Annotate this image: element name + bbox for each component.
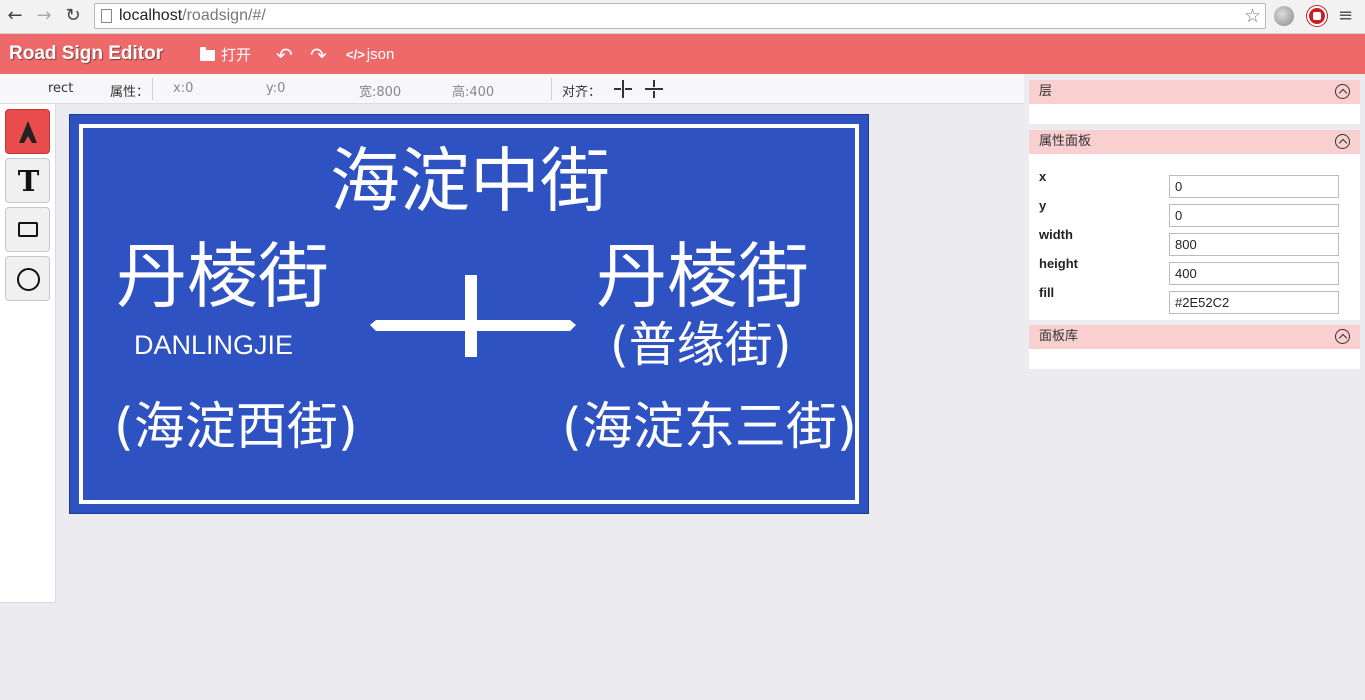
text-tool-button[interactable]: T: [5, 158, 50, 203]
sign-right-street-text[interactable]: 丹棱街: [596, 241, 809, 312]
align-horizontal-center-icon[interactable]: [614, 80, 632, 98]
sign-left-pinyin-text[interactable]: DANLINGJIE: [134, 332, 293, 359]
app-header: Road Sign Editor 打开 ↶ ↷ </> json: [0, 34, 1365, 74]
x-readout: x:0: [173, 81, 194, 96]
prop-label: x: [1039, 169, 1047, 184]
rect-tool-button[interactable]: [5, 207, 50, 252]
open-label: 打开: [221, 46, 252, 64]
sign-left-sub-text[interactable]: (海淀西街): [114, 402, 358, 453]
y-readout: y:0: [266, 81, 286, 96]
attributes-label: 属性：: [110, 85, 150, 100]
redo-icon[interactable]: ↷: [310, 44, 327, 66]
property-bar: rect 属性： x:0 y:0 宽:800 高:400 对齐：: [0, 74, 1024, 104]
url-host: localhost: [119, 7, 183, 24]
road-sign-canvas[interactable]: 海淀中街 丹棱街 DANLINGJIE (海淀西街) 丹棱街 (普缘街) (海淀…: [69, 114, 869, 514]
text-icon: T: [17, 164, 40, 198]
layers-panel-header[interactable]: 层: [1029, 80, 1360, 104]
divider: [152, 78, 153, 100]
properties-panel-header[interactable]: 属性面板: [1029, 130, 1360, 154]
sign-right-sub2-text[interactable]: (海淀东三街): [562, 402, 857, 453]
width-readout: 宽:800: [359, 85, 402, 100]
fill-input[interactable]: [1169, 291, 1339, 314]
prop-row-height: height: [1039, 256, 1349, 285]
undo-icon[interactable]: ↶: [276, 44, 293, 66]
bookmark-star-icon[interactable]: ☆: [1244, 5, 1261, 27]
collapse-icon[interactable]: [1335, 329, 1350, 344]
prop-label: fill: [1039, 285, 1055, 300]
height-readout: 高:400: [452, 85, 495, 100]
library-panel-header[interactable]: 面板库: [1029, 325, 1360, 349]
globe-extension-icon[interactable]: [1274, 6, 1294, 26]
selected-shape-type: rect: [48, 81, 74, 96]
properties-panel-title: 属性面板: [1039, 134, 1092, 149]
align-label: 对齐：: [562, 85, 602, 100]
collapse-icon[interactable]: [1335, 134, 1350, 149]
layers-panel-title: 层: [1039, 84, 1053, 99]
intersection-vertical-bar[interactable]: [465, 275, 477, 357]
reload-icon[interactable]: ↻: [62, 5, 84, 27]
x-input[interactable]: [1169, 175, 1339, 198]
back-arrow-icon[interactable]: ←: [4, 5, 26, 27]
url-text[interactable]: localhost/roadsign/#/: [119, 7, 266, 25]
library-panel: 面板库: [1029, 325, 1360, 369]
json-button[interactable]: </> json: [346, 44, 394, 66]
sign-left-street-text[interactable]: 丹棱街: [116, 241, 329, 312]
rectangle-icon: [18, 222, 38, 237]
app-title: Road Sign Editor: [9, 43, 164, 64]
tool-palette: T: [0, 104, 56, 603]
code-icon: </>: [346, 47, 365, 62]
prop-row-fill: fill: [1039, 285, 1349, 314]
sign-right-sub1-text[interactable]: (普缘街): [610, 321, 791, 369]
adblock-extension-icon[interactable]: [1307, 6, 1327, 26]
forward-arrow-icon[interactable]: →: [33, 5, 55, 27]
prop-label: width: [1039, 227, 1073, 242]
arrow-icon: [19, 121, 37, 143]
address-bar[interactable]: localhost/roadsign/#/ ☆: [94, 3, 1266, 29]
divider: [551, 78, 552, 100]
height-input[interactable]: [1169, 262, 1339, 285]
collapse-icon[interactable]: [1335, 84, 1350, 99]
align-vertical-center-icon[interactable]: [645, 80, 663, 98]
prop-row-y: y: [1039, 198, 1349, 227]
browser-chrome: ← → ↻ localhost/roadsign/#/ ☆ ≡: [0, 0, 1365, 34]
select-tool-button[interactable]: [5, 109, 50, 154]
layers-panel: 层: [1029, 80, 1360, 124]
prop-label: y: [1039, 198, 1047, 213]
circle-tool-button[interactable]: [5, 256, 50, 301]
prop-row-x: x: [1039, 169, 1349, 198]
url-path: /roadsign/#/: [182, 7, 266, 24]
browser-menu-icon[interactable]: ≡: [1338, 6, 1353, 26]
json-label: json: [366, 46, 395, 63]
y-input[interactable]: [1169, 204, 1339, 227]
properties-panel: 属性面板 x y width height fill: [1029, 130, 1360, 320]
prop-label: height: [1039, 256, 1078, 271]
prop-row-width: width: [1039, 227, 1349, 256]
open-button[interactable]: 打开: [200, 44, 251, 66]
sign-title-text[interactable]: 海淀中街: [330, 146, 610, 216]
library-panel-title: 面板库: [1039, 329, 1079, 344]
folder-open-icon: [200, 47, 215, 61]
page-icon: [101, 9, 112, 23]
circle-icon: [17, 268, 40, 291]
width-input[interactable]: [1169, 233, 1339, 256]
